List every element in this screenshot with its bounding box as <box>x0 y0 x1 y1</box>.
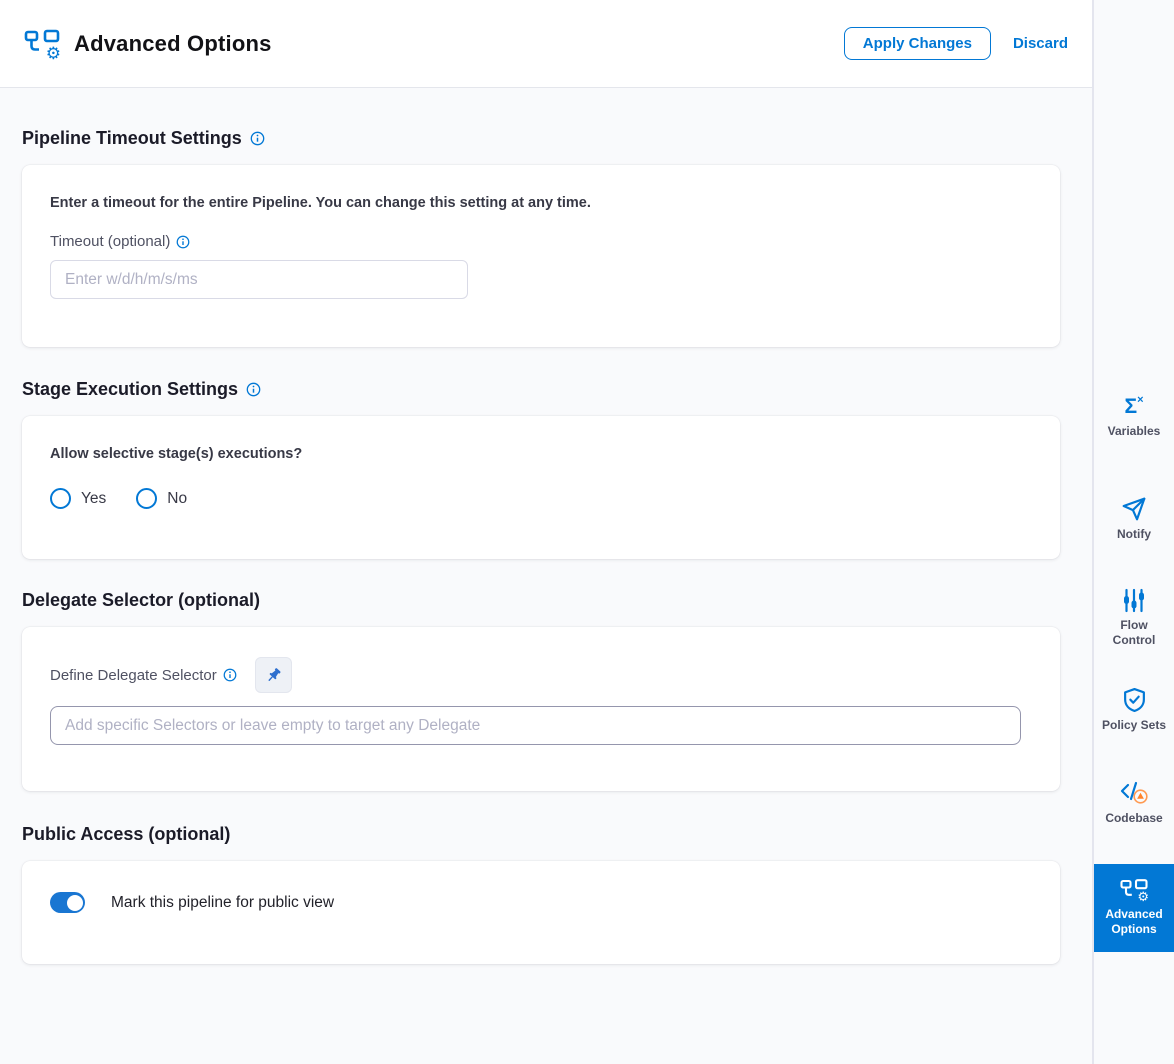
sidebar-item-policy-sets[interactable]: Policy Sets <box>1094 687 1174 733</box>
radio-option-yes[interactable]: Yes <box>50 488 106 509</box>
timeout-field-label-text: Timeout (optional) <box>50 233 170 250</box>
timeout-heading-text: Pipeline Timeout Settings <box>22 128 242 149</box>
sidebar-item-codebase[interactable]: Codebase <box>1094 780 1174 826</box>
stage-section-heading: Stage Execution Settings <box>22 379 1060 400</box>
public-view-toggle[interactable] <box>50 892 85 913</box>
public-access-heading-text: Public Access (optional) <box>22 824 230 845</box>
send-icon <box>1121 496 1147 522</box>
page-title: Advanced Options <box>74 31 272 57</box>
pushpin-icon <box>264 666 283 685</box>
sigma-x-icon: Σ× <box>1124 390 1143 419</box>
sliders-icon <box>1122 588 1146 613</box>
public-access-card: Mark this pipeline for public view <box>22 861 1060 964</box>
sidebar-item-flow-control[interactable]: Flow Control <box>1094 588 1174 648</box>
delegate-selector-input[interactable] <box>50 706 1021 745</box>
sidebar-item-label: Advanced Options <box>1098 907 1170 937</box>
pipeline-gear-icon: ⚙ <box>24 28 60 60</box>
right-sidebar: Σ× Variables Notify Flow Control <box>1092 0 1174 1064</box>
stage-question: Allow selective stage(s) executions? <box>50 446 1032 462</box>
public-view-toggle-label: Mark this pipeline for public view <box>111 894 334 912</box>
sidebar-item-notify[interactable]: Notify <box>1094 496 1174 542</box>
radio-label-no: No <box>167 490 187 508</box>
timeout-description: Enter a timeout for the entire Pipeline.… <box>50 195 1032 211</box>
toggle-knob <box>67 895 83 911</box>
stage-heading-text: Stage Execution Settings <box>22 379 238 400</box>
timeout-field-label: Timeout (optional) <box>50 233 1032 250</box>
delegate-heading-text: Delegate Selector (optional) <box>22 590 260 611</box>
main-panel: ⚙ Advanced Options Apply Changes Discard… <box>0 0 1092 1064</box>
delegate-card: Define Delegate Selector <box>22 627 1060 791</box>
gear-glyph: ⚙ <box>46 44 61 64</box>
pin-button[interactable] <box>255 657 292 693</box>
info-icon[interactable] <box>250 131 265 146</box>
delegate-label-row: Define Delegate Selector <box>50 657 1032 693</box>
stage-radio-group: Yes No <box>50 488 1032 509</box>
sidebar-item-label: Variables <box>1098 424 1170 439</box>
header-actions: Apply Changes Discard <box>844 27 1068 60</box>
radio-circle-icon[interactable] <box>136 488 157 509</box>
gear-glyph: ⚙ <box>1137 889 1149 905</box>
radio-circle-icon[interactable] <box>50 488 71 509</box>
radio-option-no[interactable]: No <box>136 488 187 509</box>
sidebar-item-variables[interactable]: Σ× Variables <box>1094 390 1174 439</box>
sidebar-item-advanced-options[interactable]: ⚙ Advanced Options <box>1094 864 1174 952</box>
apply-changes-button[interactable]: Apply Changes <box>844 27 991 60</box>
public-access-section-heading: Public Access (optional) <box>22 824 1060 845</box>
delegate-section-heading: Delegate Selector (optional) <box>22 590 1060 611</box>
pipeline-gear-icon: ⚙ <box>1120 878 1148 902</box>
delegate-field-label-text: Define Delegate Selector <box>50 667 217 684</box>
sidebar-item-label: Notify <box>1098 527 1170 542</box>
code-warning-icon <box>1119 780 1149 806</box>
public-access-toggle-row: Mark this pipeline for public view <box>50 892 1032 913</box>
sidebar-item-label: Flow Control <box>1098 618 1170 648</box>
shield-check-icon <box>1122 687 1147 713</box>
timeout-input[interactable] <box>50 260 468 299</box>
sidebar-item-label: Policy Sets <box>1098 718 1170 733</box>
delegate-field-label: Define Delegate Selector <box>50 667 237 684</box>
info-icon[interactable] <box>223 668 237 682</box>
header-left: ⚙ Advanced Options <box>24 28 844 60</box>
page-header: ⚙ Advanced Options Apply Changes Discard <box>0 0 1092 88</box>
timeout-card: Enter a timeout for the entire Pipeline.… <box>22 165 1060 347</box>
timeout-section-heading: Pipeline Timeout Settings <box>22 128 1060 149</box>
content-area: Pipeline Timeout Settings Enter a timeou… <box>0 88 1092 1064</box>
radio-label-yes: Yes <box>81 490 106 508</box>
info-icon[interactable] <box>246 382 261 397</box>
stage-card: Allow selective stage(s) executions? Yes… <box>22 416 1060 559</box>
info-icon[interactable] <box>176 235 190 249</box>
discard-button[interactable]: Discard <box>1013 35 1068 52</box>
sidebar-item-label: Codebase <box>1098 811 1170 826</box>
